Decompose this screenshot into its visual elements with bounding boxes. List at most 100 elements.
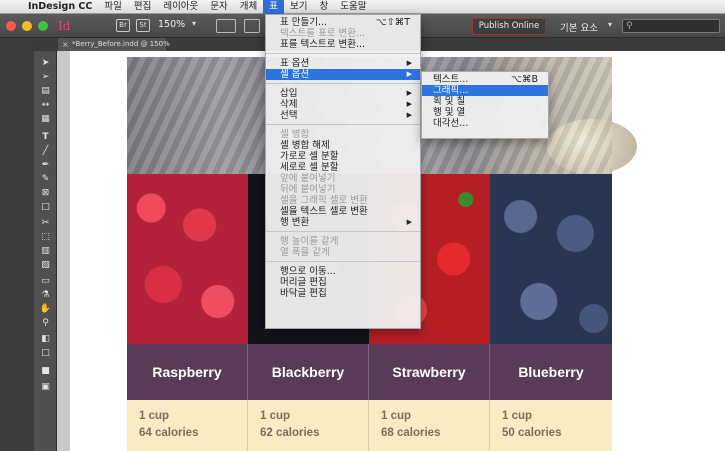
content-collector-icon[interactable]: ▦	[39, 113, 52, 125]
stock-icon[interactable]: St	[136, 19, 150, 32]
menu-separator	[266, 124, 420, 125]
page-tool-icon[interactable]: ▤	[39, 85, 52, 97]
chevron-down-icon[interactable]: ▾	[192, 19, 196, 28]
bowl-image	[547, 119, 637, 174]
menu-item-edit-header[interactable]: 머리글 편집	[266, 277, 420, 288]
menu-item-distribute-rows[interactable]: 행 높이를 같게	[266, 236, 420, 247]
direct-selection-tool-icon[interactable]: ➢	[39, 71, 52, 83]
menu-item-paste-after[interactable]: 뒤에 붙여넣기	[266, 184, 420, 195]
gradient-tool-icon[interactable]: ▥	[39, 245, 52, 257]
menu-item-label: 텍스트...	[433, 74, 469, 85]
table-cell-name[interactable]: Raspberry	[127, 344, 248, 400]
submenu-item-strokes-fills[interactable]: 획 및 칠	[422, 96, 548, 107]
type-tool-icon[interactable]: T	[39, 131, 52, 143]
close-window-button[interactable]	[6, 21, 16, 31]
document-tab-title: *Berry_Before.indd @ 150%	[72, 40, 170, 48]
free-transform-tool-icon[interactable]: ⬚	[39, 231, 52, 243]
menu-edit[interactable]: 편집	[128, 0, 157, 14]
menu-window[interactable]: 창	[314, 0, 335, 14]
submenu-arrow-icon: ▶	[406, 218, 412, 226]
menu-object[interactable]: 개체	[234, 0, 263, 14]
screen-mode-icon[interactable]	[244, 19, 260, 33]
menu-item-table-options[interactable]: 표 옵션 ▶	[266, 58, 420, 69]
publish-online-button[interactable]: Publish Online	[472, 18, 546, 35]
menu-app-name[interactable]: InDesign CC	[22, 0, 98, 14]
table-cell-info[interactable]: 1 cup 62 calories	[248, 400, 369, 451]
menu-item-convert-rows[interactable]: 행 변환 ▶	[266, 217, 420, 228]
line-tool-icon[interactable]: ╱	[39, 145, 52, 157]
menu-item-convert-to-graphic-cell[interactable]: 셀을 그래픽 셀로 변환	[266, 195, 420, 206]
cell-calories: 50 calories	[502, 427, 562, 439]
eyedropper-tool-icon[interactable]: ⚗	[39, 289, 52, 301]
menu-item-select[interactable]: 선택 ▶	[266, 110, 420, 121]
rectangle-tool-icon[interactable]: □	[39, 201, 52, 213]
submenu-arrow-icon: ▶	[406, 100, 412, 108]
scissors-tool-icon[interactable]: ✂	[39, 217, 52, 229]
gap-tool-icon[interactable]: ↔	[39, 99, 52, 111]
minimize-window-button[interactable]	[22, 21, 32, 31]
menu-separator	[266, 261, 420, 262]
close-icon[interactable]: ×	[62, 38, 69, 51]
tools-panel: ➤ ➢ ▤ ↔ ▦ T ╱ ✒ ✎ ⊠ □ ✂ ⬚ ▥ ▧ ▭ ⚗ ✋ ⚲ ◧ …	[34, 51, 57, 451]
menu-help[interactable]: 도움말	[334, 0, 372, 14]
hand-tool-icon[interactable]: ✋	[39, 303, 52, 315]
menu-item-split-horizontally[interactable]: 가로로 셀 분할	[266, 151, 420, 162]
menu-item-go-to-row[interactable]: 행으로 이동...	[266, 266, 420, 277]
submenu-arrow-icon: ▶	[406, 89, 412, 97]
menu-item-convert-to-text-cell[interactable]: 셀을 텍스트 셀로 변환	[266, 206, 420, 217]
note-tool-icon[interactable]: ▭	[39, 275, 52, 287]
menu-item-paste-before[interactable]: 앞에 붙여넣기	[266, 173, 420, 184]
view-options-icon[interactable]	[216, 19, 236, 33]
table-cell-info[interactable]: 1 cup 64 calories	[127, 400, 248, 451]
zoom-level[interactable]: 150%	[158, 19, 185, 30]
zoom-window-button[interactable]	[38, 21, 48, 31]
chevron-down-icon[interactable]: ▾	[608, 20, 612, 29]
menu-view[interactable]: 보기	[284, 0, 313, 14]
menu-type[interactable]: 문자	[204, 0, 233, 14]
apply-color-icon[interactable]: ■	[39, 365, 52, 377]
menu-item-convert-table-to-text[interactable]: 표를 텍스트로 변환...	[266, 39, 420, 50]
menu-item-unmerge-cells[interactable]: 셀 병합 해제	[266, 140, 420, 151]
pencil-tool-icon[interactable]: ✎	[39, 173, 52, 185]
menu-layout[interactable]: 레이아웃	[157, 0, 204, 14]
menu-item-insert[interactable]: 삽입 ▶	[266, 88, 420, 99]
table-cell-name[interactable]: Blackberry	[248, 344, 369, 400]
gradient-feather-tool-icon[interactable]: ▧	[39, 259, 52, 271]
table-cell-name[interactable]: Blueberry	[490, 344, 612, 400]
cell-amount: 1 cup	[381, 410, 412, 422]
menu-item-label: 선택	[280, 110, 298, 121]
formatting-icon[interactable]: □	[39, 347, 52, 359]
submenu-item-text[interactable]: 텍스트... ⌥⌘B	[422, 74, 548, 85]
menu-item-label: 삭제	[280, 99, 298, 110]
menu-item-create-table[interactable]: 표 만들기... ⌥⇧⌘T	[266, 17, 420, 28]
menu-table[interactable]: 표	[263, 0, 285, 14]
table-cell-info[interactable]: 1 cup 50 calories	[490, 400, 612, 451]
menu-item-distribute-columns[interactable]: 열 폭을 같게	[266, 247, 420, 258]
zoom-tool-icon[interactable]: ⚲	[39, 317, 52, 329]
workspace-switcher[interactable]: 기본 요소	[560, 20, 598, 34]
table-cell-info[interactable]: 1 cup 68 calories	[369, 400, 490, 451]
fill-stroke-icon[interactable]: ◧	[39, 333, 52, 345]
table-cell-name[interactable]: Strawberry	[369, 344, 490, 400]
menu-separator	[266, 53, 420, 54]
menu-item-split-vertically[interactable]: 세로로 셀 분할	[266, 162, 420, 173]
document-tab[interactable]: × *Berry_Before.indd @ 150%	[58, 38, 170, 51]
submenu-item-rows-columns[interactable]: 행 및 열	[422, 107, 548, 118]
search-input[interactable]: ⚲	[622, 19, 720, 33]
cell-amount: 1 cup	[139, 410, 170, 422]
selection-tool-icon[interactable]: ➤	[39, 57, 52, 69]
screen-mode-icon[interactable]: ▣	[39, 381, 52, 393]
rectangle-frame-tool-icon[interactable]: ⊠	[39, 187, 52, 199]
bridge-icon[interactable]: Br	[116, 19, 130, 32]
submenu-item-graphic[interactable]: 그래픽...	[422, 85, 548, 96]
pen-tool-icon[interactable]: ✒	[39, 159, 52, 171]
submenu-arrow-icon: ▶	[406, 111, 412, 119]
menu-separator	[266, 231, 420, 232]
menu-item-merge-cells[interactable]: 셀 병합	[266, 129, 420, 140]
menu-item-cell-options[interactable]: 셀 옵션 ▶	[266, 69, 420, 80]
menu-item-edit-footer[interactable]: 바닥글 편집	[266, 288, 420, 299]
menu-item-delete[interactable]: 삭제 ▶	[266, 99, 420, 110]
menu-file[interactable]: 파일	[98, 0, 127, 14]
menu-item-convert-text-to-table[interactable]: 텍스트를 표로 변환...	[266, 28, 420, 39]
submenu-item-diagonal-lines[interactable]: 대각선...	[422, 118, 548, 129]
